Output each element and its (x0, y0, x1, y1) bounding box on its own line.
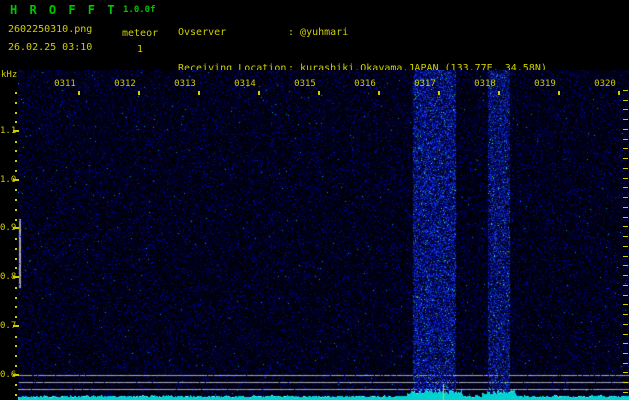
khz-unit-label: kHz (1, 70, 18, 80)
time-tick-label: 0317 (414, 79, 436, 89)
time-tick-label: 0314 (234, 79, 256, 89)
right-edge-tick (623, 217, 628, 218)
right-edge-tick (623, 324, 628, 325)
time-tick (438, 91, 440, 95)
freq-minor-tick (15, 209, 17, 211)
right-edge-tick (623, 285, 628, 286)
freq-tick (13, 130, 19, 132)
right-edge-tick (623, 382, 628, 383)
freq-minor-tick (15, 267, 17, 269)
time-tick-label: 0319 (534, 79, 556, 89)
right-edge-tick (623, 197, 628, 198)
freq-minor-tick (15, 316, 17, 318)
freq-minor-tick (15, 189, 17, 191)
freq-minor-tick (15, 102, 17, 104)
freq-minor-tick (15, 394, 17, 396)
right-edge-tick (623, 148, 628, 149)
freq-minor-tick (15, 112, 17, 114)
right-edge-tick (623, 100, 628, 101)
freq-minor-tick (15, 121, 17, 123)
right-edge-tick (623, 168, 628, 169)
freq-minor-tick (15, 238, 17, 240)
freq-minor-tick (15, 306, 17, 308)
right-edge-tick (623, 119, 628, 120)
time-tick-label: 0311 (54, 79, 76, 89)
freq-minor-tick (15, 297, 17, 299)
hrofft-window: H R O F F T 1.0.0f 2602250310.png meteor… (0, 0, 629, 400)
freq-tick-label: 0.7 (0, 321, 17, 331)
freq-minor-tick (15, 287, 17, 289)
right-edge-tick (623, 334, 628, 335)
freq-tick (13, 179, 19, 181)
freq-tick-label: 0.6 (0, 370, 17, 380)
time-tick-label: 0315 (294, 79, 316, 89)
right-edge-tick (623, 363, 628, 364)
right-edge-tick (623, 178, 628, 179)
time-tick-label: 0320 (594, 79, 616, 89)
right-edge-tick (623, 129, 628, 130)
freq-minor-tick (15, 141, 17, 143)
right-edge-tick (623, 256, 628, 257)
freq-minor-tick (15, 336, 17, 338)
right-edge-tick (623, 207, 628, 208)
time-tick (558, 91, 560, 95)
right-edge-tick (623, 372, 628, 373)
freq-minor-tick (15, 365, 17, 367)
freq-tick (13, 325, 19, 327)
freq-minor-tick (15, 345, 17, 347)
freq-tick-label: 1.0 (0, 175, 17, 185)
freq-minor-tick (15, 160, 17, 162)
time-tick (138, 91, 140, 95)
freq-minor-tick (15, 92, 17, 94)
time-tick (318, 91, 320, 95)
right-edge-tick (623, 275, 628, 276)
right-edge-tick (623, 343, 628, 344)
freq-tick-label: 1.1 (0, 126, 17, 136)
time-tick-label: 0318 (474, 79, 496, 89)
freq-minor-tick (15, 170, 17, 172)
freq-minor-tick (15, 355, 17, 357)
time-tick-label: 0312 (114, 79, 136, 89)
freq-tick (13, 227, 19, 229)
right-edge-tick (623, 392, 628, 393)
freq-minor-tick (15, 150, 17, 152)
freq-minor-tick (15, 258, 17, 260)
freq-tick-label: 0.8 (0, 272, 17, 282)
freq-tick-label: 0.9 (0, 223, 17, 233)
right-edge-tick (623, 226, 628, 227)
time-tick (258, 91, 260, 95)
freq-tick (13, 276, 19, 278)
time-tick-label: 0316 (354, 79, 376, 89)
right-edge-tick (623, 187, 628, 188)
freq-minor-tick (15, 248, 17, 250)
time-tick (198, 91, 200, 95)
right-edge-tick (623, 246, 628, 247)
freq-minor-tick (15, 384, 17, 386)
time-tick (378, 91, 380, 95)
right-edge-tick (623, 158, 628, 159)
axes-overlay: kHz 0311 0312 0313 0314 0315 0316 0317 0318 0319… (0, 0, 629, 400)
freq-tick (13, 374, 19, 376)
right-edge-tick (623, 236, 628, 237)
right-edge-tick (623, 304, 628, 305)
right-edge-tick (623, 353, 628, 354)
right-edge-tick (623, 109, 628, 110)
time-tick (618, 91, 620, 95)
time-tick-label: 0313 (174, 79, 196, 89)
right-edge-tick (623, 314, 628, 315)
time-tick (78, 91, 80, 95)
right-edge-tick (623, 139, 628, 140)
right-edge-tick (623, 265, 628, 266)
time-tick (498, 91, 500, 95)
freq-minor-tick (15, 219, 17, 221)
right-edge-tick (623, 90, 628, 91)
right-edge-tick (623, 295, 628, 296)
freq-minor-tick (15, 199, 17, 201)
